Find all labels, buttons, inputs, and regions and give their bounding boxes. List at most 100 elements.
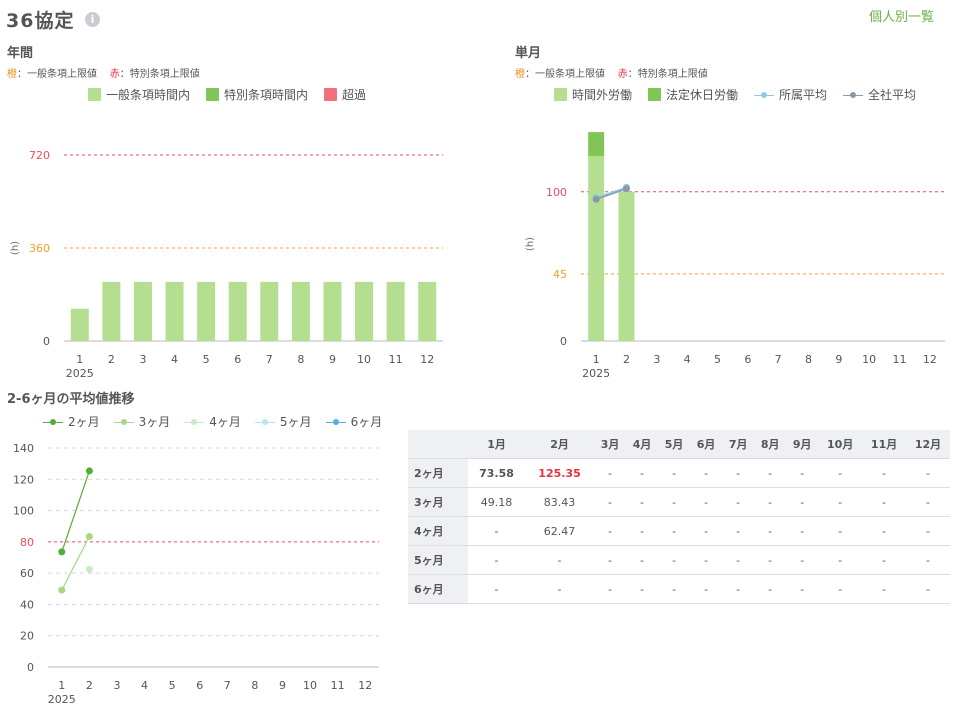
table-cell: - <box>468 545 526 575</box>
y-tick-label: 120 <box>13 473 34 486</box>
table-month-header: 6月 <box>690 430 723 459</box>
legend-item-3m[interactable]: 3ヶ月 <box>113 413 170 430</box>
table-cell: - <box>906 458 950 488</box>
table-cell: - <box>690 487 723 517</box>
table-month-header: 4月 <box>626 430 659 459</box>
y-tick-label: 0 <box>560 335 567 348</box>
x-tick-label: 12 <box>358 679 372 692</box>
x-tick-label: 12 <box>923 353 937 366</box>
table-cell: - <box>690 574 723 604</box>
table-cell: - <box>594 516 627 546</box>
line-3ヶ月 <box>61 536 90 591</box>
trend-legend: 2ヶ月 3ヶ月 4ヶ月 5ヶ月 6ヶ月 <box>43 413 382 430</box>
table-row-label: 6ヶ月 <box>408 574 468 604</box>
table-cell: - <box>722 516 755 546</box>
x-tick-label: 2 <box>623 353 630 366</box>
table-row-label: 4ヶ月 <box>408 516 468 546</box>
y-tick-label: 100 <box>13 505 34 518</box>
table-month-header: 1月 <box>468 430 526 459</box>
table-cell: 125.35 <box>525 458 594 488</box>
table-cell: - <box>818 458 863 488</box>
bar-overtime-2 <box>618 191 635 341</box>
point-company-avg <box>623 185 630 193</box>
bar-annual-11 <box>386 281 405 341</box>
line-2ヶ月 <box>61 470 90 553</box>
x-tick-label: 10 <box>303 679 317 692</box>
legend-item-special[interactable]: 特別条項時間内 <box>206 86 308 103</box>
point-2ヶ月 <box>58 548 66 556</box>
legend-item-6m[interactable]: 6ヶ月 <box>325 413 382 430</box>
y-tick-label: 140 <box>13 442 34 455</box>
individual-list-link[interactable]: 個人別一覧 <box>869 6 934 25</box>
bar-annual-7 <box>260 281 279 341</box>
table-cell: - <box>626 458 659 488</box>
legend-item-5m[interactable]: 5ヶ月 <box>254 413 312 430</box>
x-year-label: 2025 <box>48 693 76 706</box>
legend-item-company-avg[interactable]: 全社平均 <box>843 86 916 103</box>
bar-overtime-1 <box>588 155 605 341</box>
table-cell: - <box>626 574 659 604</box>
point-4ヶ月 <box>85 565 93 573</box>
y-tick-label: 60 <box>20 567 34 580</box>
x-tick-label: 4 <box>684 353 691 366</box>
table-cell: - <box>658 458 691 488</box>
annual-chart: 03607201 2 3 4 5 6 7 8 9 10 11 122025(h) <box>10 149 443 380</box>
y-axis-label: (h) <box>10 241 21 255</box>
table-cell: - <box>525 574 594 604</box>
table-cell: - <box>786 574 819 604</box>
table-month-header: 11月 <box>862 430 907 459</box>
info-icon[interactable]: i <box>85 12 100 27</box>
average-table: 1月 2月 3月 4月 5月 6月 7月 8月 9月 10月 11月 12月 2ヶ月 73.58 125.… <box>408 430 950 604</box>
x-tick-label: 11 <box>893 353 907 366</box>
table-row: 4ヶ月 -62.47- - - - - - - - - - <box>408 516 950 546</box>
x-tick-label: 7 <box>775 353 782 366</box>
x-tick-label: 3 <box>139 353 146 366</box>
table-header-row: 1月 2月 3月 4月 5月 6月 7月 8月 9月 10月 11月 12月 <box>408 430 950 459</box>
point-3ヶ月 <box>58 586 66 594</box>
annual-legend: 一般条項時間内 特別条項時間内 超過 <box>88 86 366 103</box>
legend-item-4m[interactable]: 4ヶ月 <box>184 413 241 430</box>
legend-item-2m[interactable]: 2ヶ月 <box>43 413 100 430</box>
table-cell: - <box>690 545 723 575</box>
table-month-header: 10月 <box>818 430 863 459</box>
point-3ヶ月 <box>85 532 93 540</box>
legend-item-general[interactable]: 一般条項時間内 <box>88 86 190 103</box>
table-row: 6ヶ月 - - - - - - - - - - - - <box>408 574 950 604</box>
x-tick-label: 10 <box>862 353 876 366</box>
legend-item-overtime[interactable]: 時間外労働 <box>554 86 632 103</box>
x-tick-label: 2 <box>86 679 93 692</box>
x-year-label: 2025 <box>582 367 610 380</box>
table-cell: - <box>594 574 627 604</box>
point-2ヶ月 <box>85 467 93 475</box>
legend-item-holiday[interactable]: 法定休日労働 <box>648 86 738 103</box>
page-title: 36協定 <box>6 10 75 32</box>
x-tick-label: 9 <box>279 679 286 692</box>
table-month-header: 7月 <box>722 430 755 459</box>
trend-chart: 0204060801001201401 2 3 4 5 6 7 8 9 10 11 122025 <box>13 442 379 706</box>
monthly-note: 橙：一般条項上限値 赤：特別条項上限値 <box>515 69 708 80</box>
table-month-header: 5月 <box>658 430 691 459</box>
x-tick-label: 12 <box>420 353 434 366</box>
table-row-label: 3ヶ月 <box>408 487 468 517</box>
bar-annual-4 <box>165 281 184 341</box>
x-tick-label: 9 <box>329 353 336 366</box>
legend-item-over[interactable]: 超過 <box>324 86 366 103</box>
x-tick-label: 11 <box>331 679 345 692</box>
bar-annual-3 <box>133 281 152 341</box>
table-month-header: 3月 <box>594 430 627 459</box>
bar-holiday-1 <box>588 132 605 156</box>
table-month-header: 2月 <box>525 430 594 459</box>
table-cell: - <box>786 487 819 517</box>
table-cell: - <box>754 545 787 575</box>
y-tick-label: 0 <box>27 661 34 674</box>
x-tick-label: 5 <box>714 353 721 366</box>
legend-item-dept-avg[interactable]: 所属平均 <box>754 86 827 103</box>
x-tick-label: 11 <box>389 353 403 366</box>
x-tick-label: 8 <box>251 679 258 692</box>
bar-annual-2 <box>102 281 121 341</box>
trend-title: 2-6ヶ月の平均値推移 <box>7 392 135 407</box>
x-tick-label: 1 <box>593 353 600 366</box>
table-cell: - <box>906 545 950 575</box>
table-row: 5ヶ月 - - - - - - - - - - - - <box>408 545 950 575</box>
table-cell: - <box>754 487 787 517</box>
